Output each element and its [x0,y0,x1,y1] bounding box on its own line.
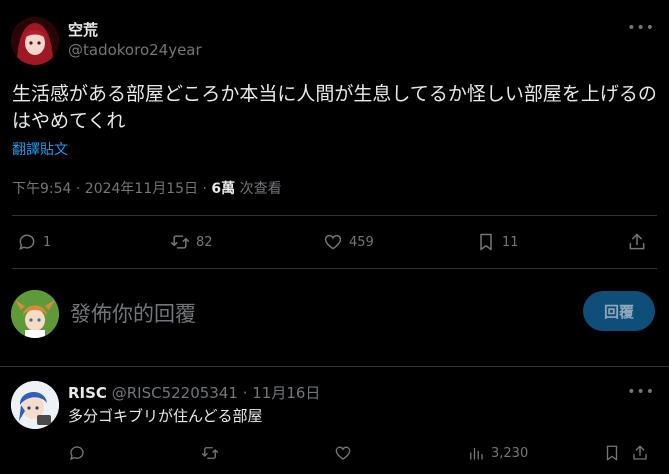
bookmark-count: 11 [502,234,519,250]
tweet-text: 生活感がある部屋どころか本当に人間が生息してるか怪しい部屋を上げるのはやめてくれ [12,83,657,132]
divider [0,366,669,367]
tweet-timestamp[interactable]: 下午9:54 · 2024年11月15日 · [12,181,211,197]
more-horizontal-icon[interactable]: ••• [627,384,655,400]
reply-views-count: 3,230 [491,445,529,461]
reply-author-name[interactable]: RISC [68,384,107,402]
author-handle[interactable]: @tadokoro24year [68,41,202,59]
divider [12,268,657,269]
reply-count: 1 [43,234,52,250]
heart-icon [324,234,342,250]
tweet-meta: 下午9:54 · 2024年11月15日 · 6萬 次查看 [12,178,282,198]
bookmark-icon [480,233,492,251]
retweet-icon [170,235,190,249]
reply-icon [19,234,35,250]
heart-icon [335,446,351,460]
reply-views-button[interactable]: 3,230 [467,444,528,462]
share-icon [629,233,645,250]
views-icon [470,447,483,460]
bookmark-button[interactable]: 11 [476,232,519,252]
bookmark-icon [606,445,618,461]
reply-author-avatar[interactable] [11,381,59,429]
reply-retweet-button[interactable] [201,444,219,462]
more-horizontal-icon[interactable]: ••• [627,20,655,36]
current-user-avatar[interactable] [11,290,59,338]
retweet-icon [201,447,219,459]
reply-header: RISC @RISC52205341 · 11月16日 [68,382,320,403]
reply-share-button[interactable] [631,444,649,462]
reply-button[interactable]: 1 [17,232,51,252]
views-label: 次查看 [235,181,282,197]
divider [12,215,657,216]
author-display-name[interactable]: 空荒 [68,19,98,40]
reply-reply-button[interactable] [68,444,86,462]
reply-icon [69,446,84,461]
like-button[interactable]: 459 [323,232,374,252]
reply-text: 多分ゴキブリが住んどる部屋 [68,407,263,425]
reply-like-button[interactable] [334,444,352,462]
views-count: 6萬 [211,181,236,197]
author-avatar[interactable] [11,17,59,65]
like-count: 459 [349,234,374,250]
reply-compose-input[interactable]: 發佈你的回覆 [70,298,196,328]
reply-author-handle[interactable]: @RISC52205341 · 11月16日 [112,384,321,402]
retweet-button[interactable]: 82 [170,232,213,252]
submit-reply-button[interactable]: 回覆 [583,291,655,331]
share-button[interactable] [627,232,647,252]
translate-link[interactable]: 翻譯貼文 [12,139,68,159]
retweet-count: 82 [196,234,213,250]
share-icon [633,445,647,460]
reply-bookmark-button[interactable] [603,444,621,462]
